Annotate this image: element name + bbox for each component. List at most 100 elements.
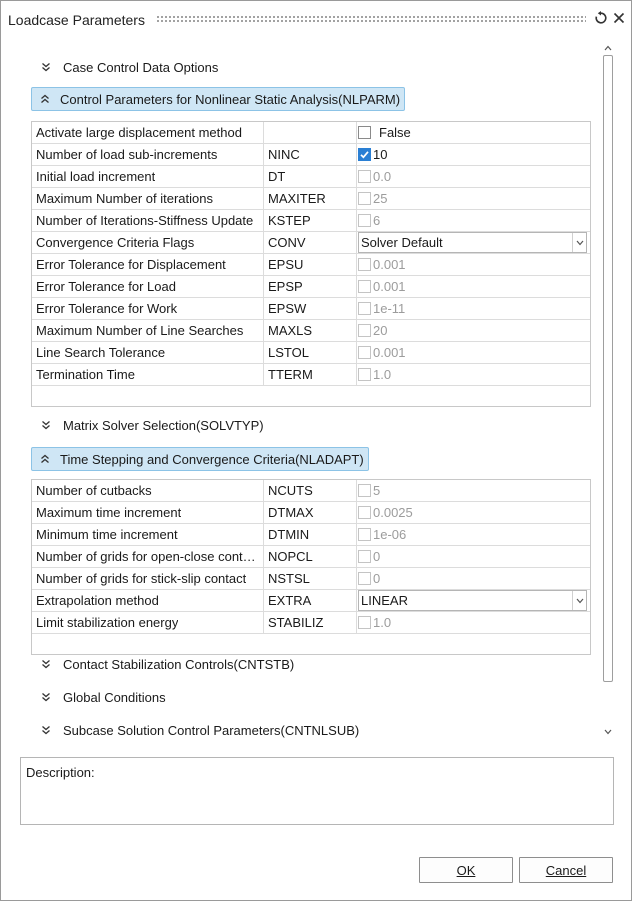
nlparm-table: Activate large displacement method False N… [31, 121, 591, 407]
section-cntnlsub[interactable]: Subcase Solution Control Parameters(CNTN… [39, 720, 359, 740]
checkbox[interactable] [358, 506, 371, 519]
param-key: STABILIZ [268, 615, 324, 630]
ok-button[interactable]: OK [419, 857, 513, 883]
section-label: Global Conditions [63, 689, 166, 705]
table-row: Termination Time TTERM 1.0 [32, 364, 590, 386]
param-name-cell: Initial load increment [32, 166, 264, 187]
param-value[interactable]: 10 [373, 147, 387, 162]
checkbox[interactable] [358, 280, 371, 293]
param-key-cell: STABILIZ [264, 612, 357, 633]
param-dropdown[interactable]: LINEAR [358, 590, 587, 611]
param-value-cell: 0.001 [357, 254, 590, 275]
section-nlparm[interactable]: Control Parameters for Nonlinear Static … [31, 87, 406, 111]
param-key: CONV [268, 235, 306, 250]
chevron-down-icon[interactable] [572, 233, 586, 252]
param-key-cell: NSTSL [264, 568, 357, 589]
cancel-button[interactable]: Cancel [519, 857, 613, 883]
param-name-cell: Maximum Number of iterations [32, 188, 264, 209]
param-value: 1.0 [373, 615, 392, 630]
loadcase-parameters-dialog: Loadcase Parameters Case Control Data Op… [0, 0, 632, 901]
param-value: 5 [373, 483, 381, 498]
scroll-down-icon[interactable] [602, 727, 614, 737]
checkbox[interactable] [358, 346, 371, 359]
param-name: Maximum Number of iterations [36, 191, 213, 206]
param-key: TTERM [268, 367, 313, 382]
section-nladapt[interactable]: Time Stepping and Convergence Criteria(N… [31, 447, 369, 471]
table-row: Number of grids for stick-slip contact NS… [32, 568, 590, 590]
param-name-cell: Number of grids for open-close cont… [32, 546, 264, 567]
close-icon[interactable] [611, 10, 627, 26]
checkbox[interactable] [358, 484, 371, 497]
param-value-cell: Solver Default [357, 232, 590, 253]
section-global-conditions[interactable]: Global Conditions [39, 687, 166, 707]
param-key-cell: DTMIN [264, 524, 357, 545]
param-key-cell: EXTRA [264, 590, 357, 611]
chevron-up-icon [38, 92, 52, 106]
param-value-cell: 6 [357, 210, 590, 231]
section-label: Case Control Data Options [63, 59, 219, 75]
param-value-cell: 0.0 [357, 166, 590, 187]
table-row: Maximum Number of iterations MAXITER 25 [32, 188, 590, 210]
checkbox[interactable] [358, 126, 371, 139]
section-cntstb[interactable]: Contact Stabilization Controls(CNTSTB) [39, 654, 294, 674]
param-key: EPSP [268, 279, 303, 294]
checkbox-checked[interactable] [358, 148, 371, 161]
checkbox[interactable] [358, 324, 371, 337]
table-row: Extrapolation method EXTRA LINEAR [32, 590, 590, 612]
checkbox[interactable] [358, 572, 371, 585]
param-key-cell: EPSU [264, 254, 357, 275]
param-key-cell: CONV [264, 232, 357, 253]
param-name: Number of grids for open-close cont… [36, 549, 256, 564]
param-value: 1.0 [373, 367, 392, 382]
param-name: Error Tolerance for Load [36, 279, 176, 294]
param-name-cell: Termination Time [32, 364, 264, 385]
checkbox[interactable] [358, 550, 371, 563]
param-name-cell: Limit stabilization energy [32, 612, 264, 633]
scroll-up-icon[interactable] [602, 43, 614, 53]
vertical-scrollbar[interactable] [602, 41, 614, 743]
checkbox[interactable] [358, 214, 371, 227]
description-field[interactable]: Description: [20, 757, 614, 825]
param-value[interactable]: False [379, 125, 411, 140]
drag-grip[interactable] [156, 15, 586, 23]
param-name-cell: Extrapolation method [32, 590, 264, 611]
param-name: Termination Time [36, 367, 135, 382]
param-key: MAXLS [268, 323, 313, 338]
param-dropdown[interactable]: Solver Default [358, 232, 587, 253]
param-key: NINC [268, 147, 300, 162]
chevron-down-icon [39, 690, 53, 704]
param-value-cell: 0 [357, 546, 590, 567]
chevron-down-icon [39, 418, 53, 432]
param-value-cell: 1.0 [357, 612, 590, 633]
parameters-scroll-area[interactable]: Case Control Data Options Control Parame… [1, 41, 631, 743]
param-name-cell: Activate large displacement method [32, 122, 264, 143]
checkbox[interactable] [358, 170, 371, 183]
section-solvtyp[interactable]: Matrix Solver Selection(SOLVTYP) [39, 415, 264, 435]
checkbox[interactable] [358, 258, 371, 271]
chevron-down-icon[interactable] [572, 591, 586, 610]
checkbox[interactable] [358, 302, 371, 315]
reset-icon[interactable] [593, 10, 609, 26]
table-row: Maximum time increment DTMAX 0.0025 [32, 502, 590, 524]
param-key: NSTSL [268, 571, 310, 586]
checkbox[interactable] [358, 616, 371, 629]
section-label: Contact Stabilization Controls(CNTSTB) [63, 656, 295, 672]
param-key-cell: DT [264, 166, 357, 187]
section-label: Control Parameters for Nonlinear Static … [60, 91, 401, 107]
checkbox[interactable] [358, 192, 371, 205]
scrollbar-thumb[interactable] [603, 55, 613, 682]
section-case-control[interactable]: Case Control Data Options [39, 57, 218, 77]
param-key-cell: KSTEP [264, 210, 357, 231]
param-name: Extrapolation method [36, 593, 159, 608]
param-key-cell: MAXLS [264, 320, 357, 341]
param-name-cell: Error Tolerance for Load [32, 276, 264, 297]
title-bar[interactable]: Loadcase Parameters [1, 1, 631, 37]
param-name: Convergence Criteria Flags [36, 235, 195, 250]
param-name-cell: Number of Iterations-Stiffness Update [32, 210, 264, 231]
checkbox[interactable] [358, 528, 371, 541]
checkbox[interactable] [358, 368, 371, 381]
param-name-cell: Maximum time increment [32, 502, 264, 523]
table-row: Line Search Tolerance LSTOL 0.001 [32, 342, 590, 364]
param-value-cell: 5 [357, 480, 590, 501]
dropdown-value: LINEAR [361, 593, 408, 608]
